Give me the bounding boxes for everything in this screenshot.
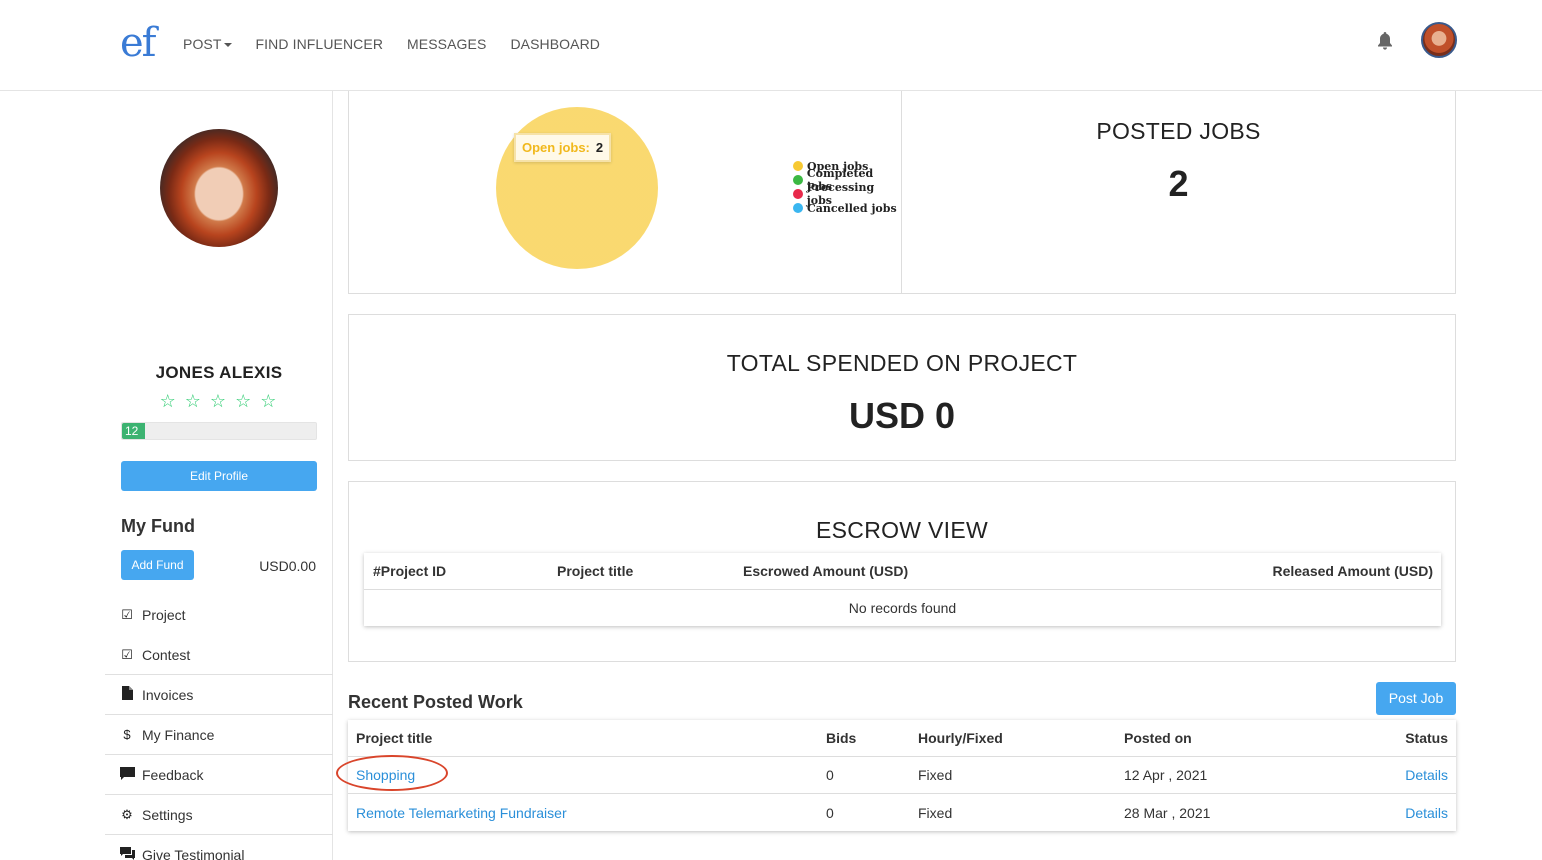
post-job-button[interactable]: Post Job	[1376, 682, 1456, 715]
sidebar-item-label: Contest	[142, 646, 191, 663]
column-header: Escrowed Amount (USD)	[743, 563, 909, 579]
total-spent-title: TOTAL SPENDED ON PROJECT	[726, 350, 1078, 376]
column-header: Released Amount (USD)	[1272, 563, 1433, 579]
jobs-pie-chart-card: Open jobs: 2 Open jobs Completed jobs Pro…	[348, 91, 902, 294]
nav-find-influencer[interactable]: FIND INFLUENCER	[256, 36, 384, 52]
file-icon	[120, 686, 134, 703]
posted-jobs-title: POSTED JOBS	[1096, 118, 1261, 144]
sidebar-item-project[interactable]: ☑ Project	[105, 595, 333, 635]
profile-picture	[160, 129, 278, 247]
table-row: Shopping 0 Fixed 12 Apr , 2021 Details	[348, 757, 1456, 794]
empty-state: No records found	[848, 600, 957, 616]
sidebar-item-contest[interactable]: ☑ Contest	[105, 635, 333, 675]
comments-icon	[120, 847, 135, 860]
sidebar-item-label: Feedback	[142, 766, 204, 783]
column-header: Project title	[356, 730, 433, 746]
table-row: Remote Telemarketing Fundraiser 0 Fixed …	[348, 794, 1456, 831]
dollar-icon: $	[123, 727, 131, 742]
escrow-table: #Project ID Project title Escrowed Amoun…	[364, 553, 1441, 626]
escrow-title: ESCROW VIEW	[816, 517, 988, 543]
sidebar: JONES ALEXIS ☆ ☆ ☆ ☆ ☆ 12 Edit Profile M…	[105, 91, 333, 860]
recent-work-heading: Recent Posted Work	[348, 692, 523, 712]
sidebar-menu: ☑ Project ☑ Contest Invoices $ My Financ…	[105, 595, 333, 860]
edit-profile-button[interactable]: Edit Profile	[121, 461, 317, 491]
add-fund-button[interactable]: Add Fund	[121, 550, 194, 580]
fund-amount: USD0.00	[259, 558, 316, 574]
tooltip-value: 2	[595, 140, 604, 155]
table-header: Project title Bids Hourly/Fixed Posted o…	[348, 720, 1456, 757]
project-title-link[interactable]: Remote Telemarketing Fundraiser	[356, 805, 567, 821]
posted-jobs-count: 2	[1168, 163, 1189, 204]
bids-cell: 0	[826, 767, 834, 783]
details-link[interactable]: Details	[1405, 805, 1448, 821]
type-cell: Fixed	[918, 767, 953, 783]
total-spent-card: TOTAL SPENDED ON PROJECT USD 0	[348, 314, 1456, 461]
table-header: #Project ID Project title Escrowed Amoun…	[364, 553, 1441, 590]
legend-dot	[793, 189, 803, 199]
checkbox-icon: ☑	[121, 646, 133, 662]
project-title-link[interactable]: Shopping	[356, 767, 415, 783]
legend-dot	[793, 203, 803, 213]
column-header: Status	[1405, 730, 1448, 746]
tooltip-label: Open jobs:	[522, 140, 590, 155]
legend-item-processing-jobs[interactable]: Processing jobs	[793, 181, 901, 207]
legend-label: Cancelled jobs	[807, 201, 897, 215]
caret-down-icon	[223, 43, 232, 48]
sidebar-item-settings[interactable]: ⚙ Settings	[105, 795, 333, 835]
user-avatar[interactable]	[1421, 22, 1457, 58]
legend-dot	[793, 175, 803, 185]
top-navbar: ef POST FIND INFLUENCER MESSAGES DASHBOA…	[0, 0, 1542, 91]
profile-name: JONES ALEXIS	[155, 363, 283, 382]
sidebar-item-label: Project	[142, 607, 186, 623]
gear-icon: ⚙	[121, 806, 133, 822]
progress-fill: 12	[122, 423, 146, 439]
nav-post[interactable]: POST	[183, 36, 232, 52]
column-header: Hourly/Fixed	[918, 730, 1003, 746]
posted-on-cell: 28 Mar , 2021	[1124, 804, 1211, 821]
chart-legend: Open jobs Completed jobs Processing jobs…	[793, 159, 901, 215]
sidebar-item-label: Give Testimonial	[142, 847, 245, 860]
profile-progress-bar: 12	[121, 422, 317, 440]
nav-messages[interactable]: MESSAGES	[407, 36, 486, 52]
sidebar-item-give-testimonial[interactable]: Give Testimonial	[105, 835, 333, 860]
sidebar-item-my-finance[interactable]: $ My Finance	[105, 715, 333, 755]
legend-item-cancelled-jobs[interactable]: Cancelled jobs	[793, 201, 901, 215]
nav-post-label: POST	[183, 36, 222, 52]
comment-icon	[120, 766, 135, 783]
column-header: Project title	[557, 563, 634, 579]
sidebar-item-label: Settings	[142, 806, 193, 823]
legend-dot	[793, 161, 803, 171]
column-header: Posted on	[1124, 730, 1192, 746]
checkbox-icon: ☑	[121, 607, 133, 622]
details-link[interactable]: Details	[1405, 767, 1448, 783]
logo[interactable]: ef	[120, 20, 157, 66]
sidebar-item-label: Invoices	[142, 686, 194, 703]
posted-on-cell: 12 Apr , 2021	[1124, 767, 1208, 783]
type-cell: Fixed	[918, 804, 953, 821]
column-header: #Project ID	[373, 563, 447, 579]
sidebar-item-invoices[interactable]: Invoices	[105, 675, 333, 715]
my-fund-heading: My Fund	[121, 516, 195, 536]
sidebar-item-label: My Finance	[142, 726, 215, 743]
total-spent-value: USD 0	[848, 395, 956, 436]
posted-jobs-card: POSTED JOBS 2	[901, 91, 1456, 294]
rating-stars: ☆ ☆ ☆ ☆ ☆	[159, 391, 279, 411]
recent-work-table: Project title Bids Hourly/Fixed Posted o…	[348, 720, 1456, 831]
pie-slice-open-jobs[interactable]	[496, 107, 658, 269]
nav-dashboard[interactable]: DASHBOARD	[510, 36, 600, 52]
main-nav: POST FIND INFLUENCER MESSAGES DASHBOARD	[183, 36, 624, 52]
column-header: Bids	[826, 730, 857, 746]
bell-icon[interactable]	[1377, 32, 1393, 50]
sidebar-item-feedback[interactable]: Feedback	[105, 755, 333, 795]
bids-cell: 0	[826, 804, 834, 821]
chart-tooltip: Open jobs: 2	[514, 133, 612, 162]
escrow-view-card: ESCROW VIEW #Project ID Project title Es…	[348, 481, 1456, 662]
